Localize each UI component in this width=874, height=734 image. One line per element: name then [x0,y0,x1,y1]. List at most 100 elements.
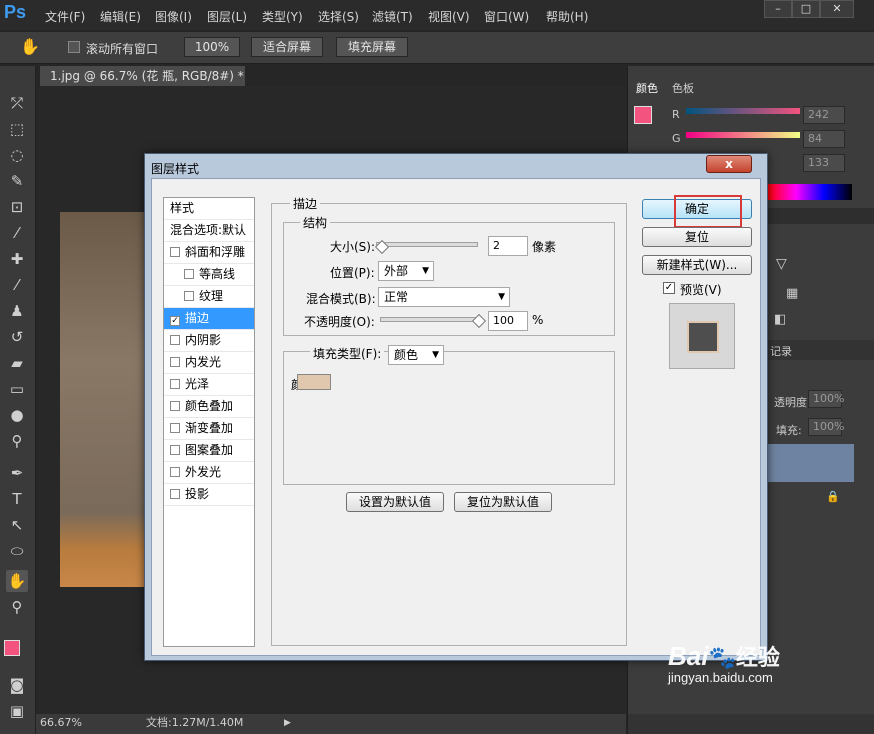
blend-mode-select[interactable]: 正常 ▼ [378,287,510,307]
style-checkbox[interactable] [170,335,180,345]
style-checkbox[interactable] [170,467,180,477]
style-list-item[interactable]: ✓ 描边 [164,308,254,330]
style-checkbox[interactable] [184,291,194,301]
g-slider[interactable] [686,132,800,138]
shape-tool-icon[interactable]: ⬭ [6,540,28,562]
mask-icon[interactable]: ◧ [774,312,786,327]
foreground-color-swatch[interactable] [4,640,20,656]
fill-value[interactable]: 100% [808,418,844,436]
reset-default-button[interactable]: 复位为默认值 [454,492,552,512]
blur-tool-icon[interactable]: ● [6,404,28,426]
fill-type-select[interactable]: 颜色 ▼ [388,345,444,365]
menu-layer[interactable]: 图层(L) [207,8,247,25]
tab-color[interactable]: 颜色 [636,80,658,96]
pen-tool-icon[interactable]: ✒ [6,462,28,484]
menu-type[interactable]: 类型(Y) [262,8,303,25]
style-list-item[interactable]: 外发光 [164,462,254,484]
r-value[interactable]: 242 [803,106,845,124]
style-checkbox[interactable] [170,357,180,367]
b-value[interactable]: 133 [803,154,845,172]
menu-help[interactable]: 帮助(H) [546,8,588,25]
minimize-icon[interactable]: – [764,0,792,18]
style-list-item[interactable]: 混合选项:默认 [164,220,254,242]
baidu-brand: Bai [668,641,709,671]
style-checkbox[interactable] [170,379,180,389]
menu-window[interactable]: 窗口(W) [484,8,529,25]
style-list-item[interactable]: 内发光 [164,352,254,374]
size-slider[interactable] [376,242,478,247]
document-tab[interactable]: 1.jpg @ 66.7% (花 瓶, RGB/8#) * [40,66,245,86]
hand-tool-icon[interactable]: ✋ [20,37,40,56]
grid-icon[interactable]: ▦ [786,286,798,301]
stamp-tool-icon[interactable]: ♟ [6,300,28,322]
size-input[interactable]: 2 [488,236,528,256]
quick-mask-icon[interactable]: ◙ [6,674,28,696]
menu-filter[interactable]: 滤镜(T) [372,8,413,25]
style-list-item[interactable]: 斜面和浮雕 [164,242,254,264]
dodge-tool-icon[interactable]: ⚲ [6,430,28,452]
color-ramp[interactable] [768,184,852,200]
preview-checkbox[interactable]: ✓ [663,282,675,294]
menu-image[interactable]: 图像(I) [155,8,192,25]
hand-tool-icon[interactable]: ✋ [6,570,28,592]
zoom-100-button[interactable]: 100% [184,37,240,57]
new-style-button[interactable]: 新建样式(W)... [642,255,752,275]
path-select-icon[interactable]: ↖ [6,514,28,536]
fit-screen-button[interactable]: 适合屏幕 [251,37,323,57]
tab-history[interactable]: 记录 [770,343,792,359]
style-list-item[interactable]: 图案叠加 [164,440,254,462]
style-list-item[interactable]: 颜色叠加 [164,396,254,418]
style-checkbox[interactable] [184,269,194,279]
scroll-all-checkbox[interactable] [68,41,80,53]
style-list-item[interactable]: 投影 [164,484,254,506]
menu-file[interactable]: 文件(F) [45,8,85,25]
set-default-button[interactable]: 设置为默认值 [346,492,444,512]
healing-brush-icon[interactable]: ✚ [6,248,28,270]
style-list-item[interactable]: 样式 [164,198,254,220]
history-brush-icon[interactable]: ↺ [6,326,28,348]
position-select[interactable]: 外部 ▼ [378,261,434,281]
style-checkbox[interactable] [170,247,180,257]
style-checkbox[interactable] [170,401,180,411]
color-fg-swatch[interactable] [634,106,652,124]
screen-mode-icon[interactable]: ▣ [6,700,28,722]
g-value[interactable]: 84 [803,130,845,148]
stroke-color-swatch[interactable] [297,374,331,390]
style-checkbox[interactable] [170,445,180,455]
gradient-tool-icon[interactable]: ▭ [6,378,28,400]
style-list-item[interactable]: 光泽 [164,374,254,396]
tab-swatches[interactable]: 色板 [672,80,694,96]
quick-select-icon[interactable]: ✎ [6,170,28,192]
eraser-tool-icon[interactable]: ▰ [6,352,28,374]
crop-tool-icon[interactable]: ⊡ [6,196,28,218]
marquee-tool-icon[interactable]: ⬚ [6,118,28,140]
r-slider[interactable] [686,108,800,114]
style-checkbox[interactable]: ✓ [170,316,180,326]
lasso-tool-icon[interactable]: ◌ [6,144,28,166]
type-tool-icon[interactable]: T [6,488,28,510]
opacity-value[interactable]: 100% [808,390,844,408]
style-checkbox[interactable] [170,423,180,433]
opacity-input[interactable]: 100 [488,311,528,331]
style-checkbox[interactable] [170,489,180,499]
style-list-item[interactable]: 渐变叠加 [164,418,254,440]
style-list-item[interactable]: 内阴影 [164,330,254,352]
zoom-tool-icon[interactable]: ⚲ [6,596,28,618]
eyedropper-icon[interactable]: ⁄ [6,222,28,244]
maximize-icon[interactable]: □ [792,0,820,18]
fill-screen-button[interactable]: 填充屏幕 [336,37,408,57]
opacity-slider[interactable] [380,317,482,322]
style-list-item[interactable]: 等高线 [164,264,254,286]
reset-button[interactable]: 复位 [642,227,752,247]
menu-edit[interactable]: 编辑(E) [100,8,141,25]
layer-row-selected[interactable] [768,444,854,482]
move-tool-icon[interactable]: ⤱ [6,92,28,114]
menu-select[interactable]: 选择(S) [318,8,359,25]
dialog-close-button[interactable]: x [706,155,752,173]
close-window-icon[interactable]: ✕ [820,0,854,18]
status-arrow-icon[interactable]: ▶ [284,714,291,732]
menu-view[interactable]: 视图(V) [428,8,470,25]
brush-tool-icon[interactable]: ⁄ [6,274,28,296]
adjust-icon[interactable]: ▽ [776,256,787,272]
style-list-item[interactable]: 纹理 [164,286,254,308]
